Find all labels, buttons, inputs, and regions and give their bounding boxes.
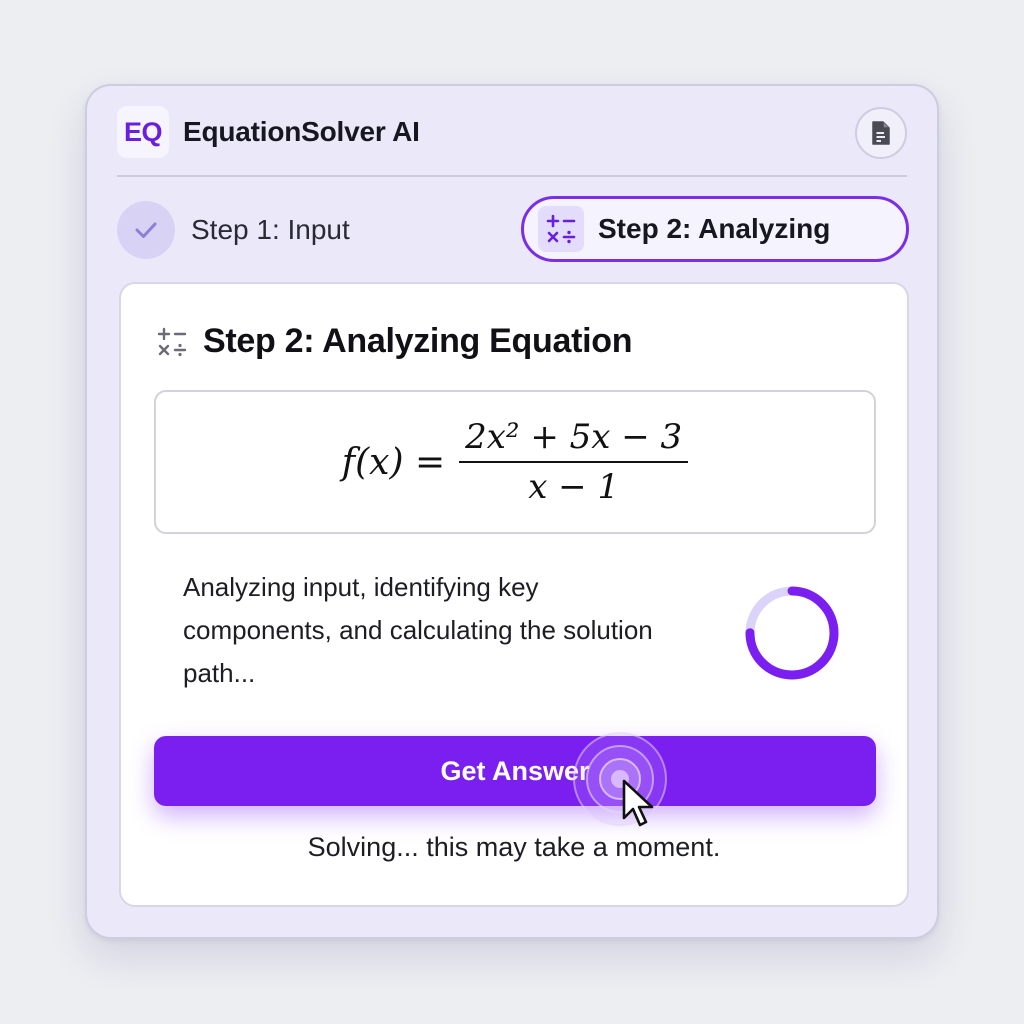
equation-numerator: 2x² + 5x − 3 <box>459 417 689 463</box>
equation-fraction: 2x² + 5x − 3 x − 1 <box>459 417 689 507</box>
analysis-status-text: Analyzing input, identifying key compone… <box>183 572 653 688</box>
progress-spinner <box>745 586 839 680</box>
check-icon <box>135 222 157 238</box>
app-header: EQ EquationSolver AI <box>117 104 907 160</box>
app-window: EQ EquationSolver AI Step 1: Input Step … <box>85 84 939 939</box>
math-operators-icon <box>157 327 187 356</box>
step-2-label: Step 2: Analyzing <box>598 213 831 244</box>
step-1-label: Step 1: Input <box>191 214 350 245</box>
document-icon <box>872 121 890 145</box>
document-button[interactable] <box>855 107 907 159</box>
math-operators-icon <box>546 214 576 244</box>
card-title: Step 2: Analyzing Equation <box>203 322 633 360</box>
app-logo: EQ <box>117 106 169 158</box>
header-divider <box>117 175 907 177</box>
solving-footer: Solving... this may take a moment. <box>307 832 721 862</box>
equation-display: f(x) = 2x² + 5x − 3 x − 1 <box>154 390 876 534</box>
step-1-input[interactable]: Step 1: Input <box>117 200 350 260</box>
step-2-analyzing[interactable]: Step 2: Analyzing <box>521 196 909 262</box>
card-header: Step 2: Analyzing Equation <box>155 322 632 361</box>
equation-lhs: f(x) = <box>341 441 446 483</box>
get-answer-button[interactable]: Get Answer <box>154 736 876 806</box>
app-title: EquationSolver AI <box>183 116 420 147</box>
analysis-card: Step 2: Analyzing Equation f(x) = 2x² + … <box>119 282 909 907</box>
step-2-badge <box>538 206 584 252</box>
mouse-cursor-icon <box>622 779 654 827</box>
equation-denominator: x − 1 <box>528 467 620 507</box>
step-1-status <box>117 201 175 259</box>
